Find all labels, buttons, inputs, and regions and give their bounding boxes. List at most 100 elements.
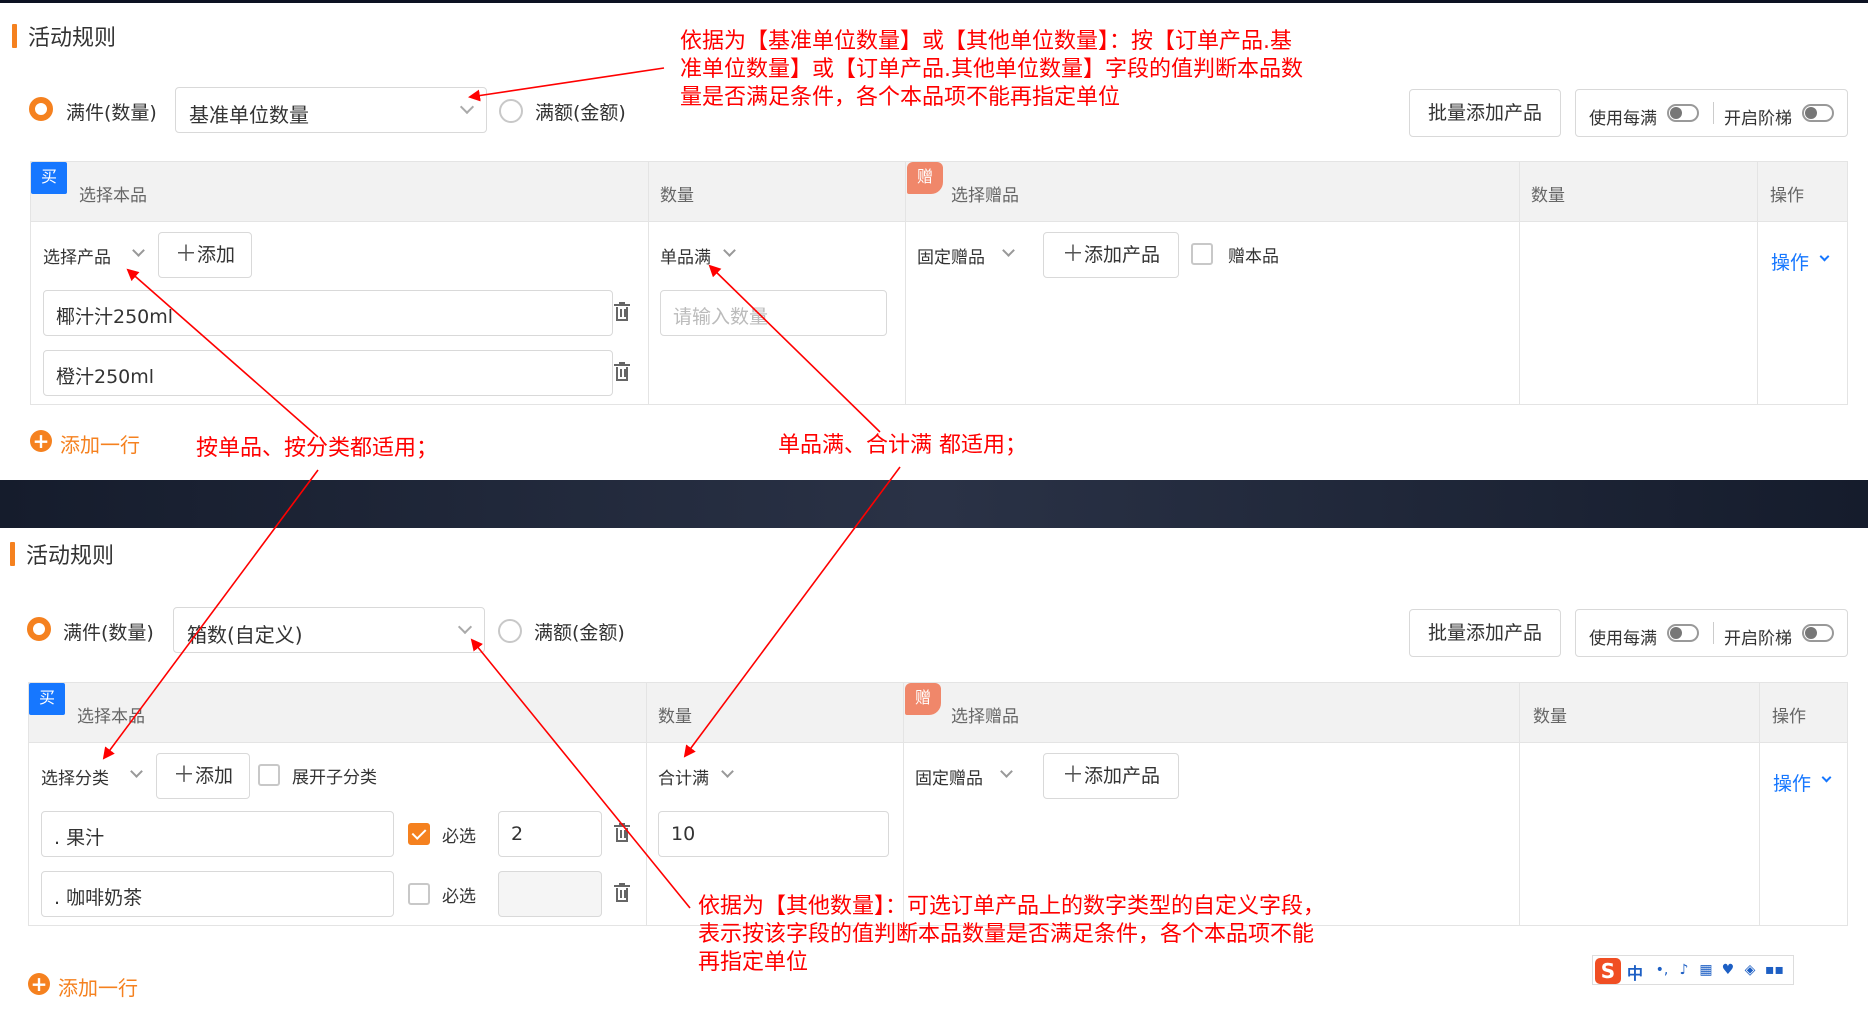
add-row-icon[interactable]: + [30, 430, 52, 452]
gift-mode-dropdown[interactable]: 固定赠品 [917, 243, 985, 268]
chevron-down-icon [130, 765, 143, 778]
plus-icon: ＋ [1061, 242, 1084, 267]
qty-value: 10 [671, 823, 696, 845]
section-title: 活动规则 [26, 544, 115, 569]
plus-icon: ＋ [1061, 763, 1084, 788]
header-op: 操作 [1770, 186, 1804, 206]
gift-badge: 赠 [905, 683, 941, 715]
required-checkbox[interactable] [408, 883, 430, 905]
add-row-link[interactable]: 添加一行 [58, 972, 138, 1001]
trash-icon[interactable] [614, 883, 630, 903]
open-tier-switch[interactable] [1802, 624, 1834, 642]
keyboard-icon[interactable]: ▦ [1699, 962, 1713, 978]
gift-self-label: 赠本品 [1228, 247, 1279, 267]
chevron-down-icon [1002, 244, 1015, 257]
column-divider [905, 162, 906, 404]
gift-self-checkbox[interactable] [1191, 243, 1213, 265]
condition-dropdown[interactable]: 单品满 [660, 243, 711, 268]
add-row-link[interactable]: 添加一行 [60, 429, 140, 458]
condition-dropdown[interactable]: 合计满 [658, 764, 709, 789]
add-button[interactable]: ＋添加 [158, 232, 252, 278]
add-product-button[interactable]: ＋添加产品 [1043, 232, 1179, 278]
open-tier-switch[interactable] [1802, 104, 1834, 122]
open-tier-label: 开启阶梯 [1724, 629, 1792, 649]
radio-qty[interactable] [27, 617, 51, 641]
category-qty: 2 [511, 823, 524, 845]
product-input[interactable]: 椰汁汁250ml [43, 290, 613, 336]
radio-amount-label: 满额(金额) [535, 102, 626, 124]
select-mode-dropdown[interactable]: 选择产品 [43, 243, 111, 268]
required-checkbox[interactable] [408, 823, 430, 845]
select-mode-dropdown[interactable]: 选择分类 [41, 764, 109, 789]
use-every-switch[interactable] [1667, 104, 1699, 122]
gift-mode-dropdown[interactable]: 固定赠品 [915, 764, 983, 789]
add-button-label: 添加 [197, 244, 236, 266]
add-product-label: 添加产品 [1084, 244, 1161, 266]
game-icon[interactable]: ◈ [1743, 962, 1757, 978]
chevron-down-icon [723, 244, 736, 257]
qty-input[interactable]: 10 [658, 811, 889, 857]
annotation-condition-note: 单品满、合计满 都适用； [778, 433, 1027, 458]
annotation-line: 量是否满足条件，各个本品项不能再指定单位 [680, 85, 1121, 110]
add-row-icon[interactable]: + [28, 973, 50, 995]
bulk-add-button[interactable]: 批量添加产品 [1409, 89, 1561, 137]
plus-icon: ＋ [172, 763, 195, 788]
radio-amount[interactable] [498, 619, 522, 643]
product-name: 椰汁汁250ml [56, 306, 174, 328]
header-select-gift: 选择赠品 [951, 707, 1019, 727]
add-button-label: 添加 [195, 765, 234, 787]
chevron-down-icon [721, 765, 734, 778]
grid-menu-icon[interactable]: ▪▪ [1765, 962, 1784, 978]
trash-icon[interactable] [614, 302, 630, 322]
annotation-unit-note: 依据为【基准单位数量】或【其他单位数量】：按【订单产品.基 准单位数量】或【订单… [680, 28, 1303, 112]
ime-language[interactable]: 中 [1627, 960, 1643, 984]
category-input[interactable]: . 果汁 [41, 811, 394, 857]
expand-sub-label: 展开子分类 [292, 768, 377, 788]
add-product-button[interactable]: ＋添加产品 [1043, 753, 1179, 799]
annotation-line: 再指定单位 [698, 950, 809, 975]
sogou-logo-icon: S [1595, 958, 1621, 984]
operation-link[interactable]: 操作 [1773, 769, 1811, 796]
qty-placeholder: 请输入数量 [673, 306, 769, 328]
category-qty-input[interactable] [498, 871, 602, 917]
trash-icon[interactable] [614, 362, 630, 382]
category-input[interactable]: . 咖啡奶茶 [41, 871, 394, 917]
ime-toolbar[interactable]: S 中 •, ♪ ▦ ♥ ◈ ▪▪ [1592, 955, 1794, 985]
expand-sub-checkbox[interactable] [258, 764, 280, 786]
category-qty-input[interactable]: 2 [498, 811, 602, 857]
rule-table: 买 选择本品 数量 赠 选择赠品 数量 操作 选择产品 ＋添加 椰汁汁250ml… [30, 161, 1848, 405]
header-qty2: 数量 [1533, 707, 1567, 727]
header-qty2: 数量 [1531, 186, 1565, 206]
unit-select[interactable]: 箱数(自定义) [173, 607, 485, 653]
unit-select[interactable]: 基准单位数量 [175, 87, 487, 133]
header-qty: 数量 [658, 707, 692, 727]
toggle-group: 使用每满 开启阶梯 [1575, 609, 1848, 657]
buy-badge: 买 [29, 683, 65, 715]
required-label: 必选 [442, 827, 476, 847]
product-name: 橙汁250ml [56, 366, 155, 388]
trash-icon[interactable] [614, 823, 630, 843]
background-band [0, 480, 1868, 528]
microphone-icon[interactable]: ♪ [1677, 962, 1691, 978]
operation-link[interactable]: 操作 [1771, 248, 1809, 275]
add-button[interactable]: ＋添加 [156, 753, 250, 799]
punctuation-icon[interactable]: •, [1655, 962, 1669, 978]
column-divider [903, 683, 904, 925]
plus-icon: ＋ [174, 242, 197, 267]
bulk-add-button[interactable]: 批量添加产品 [1409, 609, 1561, 657]
radio-qty[interactable] [29, 97, 53, 121]
skin-icon[interactable]: ♥ [1721, 962, 1735, 978]
annotation-scope-note: 按单品、按分类都适用； [196, 436, 439, 461]
use-every-switch[interactable] [1667, 624, 1699, 642]
toggle-group: 使用每满 开启阶梯 [1575, 89, 1848, 137]
annotation-custom-note: 依据为【其他数量】：可选订单产品上的数字类型的自定义字段， 表示按该字段的值判断… [698, 893, 1325, 977]
qty-input[interactable]: 请输入数量 [660, 290, 887, 336]
add-product-label: 添加产品 [1084, 765, 1161, 787]
radio-amount[interactable] [499, 99, 523, 123]
annotation-line: 依据为【其他数量】：可选订单产品上的数字类型的自定义字段， [698, 894, 1326, 919]
column-divider [648, 162, 649, 404]
title-accent-bar [10, 542, 15, 566]
radio-amount-label: 满额(金额) [534, 622, 625, 644]
chevron-down-icon [1000, 765, 1013, 778]
product-input[interactable]: 橙汁250ml [43, 350, 613, 396]
